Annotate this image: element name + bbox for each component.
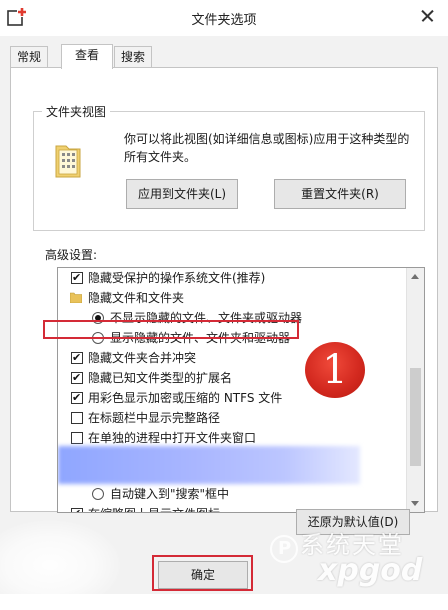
tab-general[interactable]: 常规 xyxy=(10,46,48,68)
folder-views-group: 文件夹视图 你可以将此视图(如详细信息或图标)应用于这种类型的所有文件夹。 应用… xyxy=(33,103,425,231)
checkbox[interactable] xyxy=(71,505,83,512)
close-icon[interactable] xyxy=(412,3,442,29)
ok-button[interactable]: 确定 xyxy=(158,561,248,589)
folder-view-icon xyxy=(55,145,81,178)
scroll-thumb[interactable] xyxy=(410,368,421,466)
checkbox[interactable] xyxy=(71,412,83,424)
folder-icon xyxy=(70,292,82,303)
advanced-settings-label: 高级设置: xyxy=(45,248,98,262)
folder-views-description: 你可以将此视图(如详细信息或图标)应用于这种类型的所有文件夹。 xyxy=(124,132,410,164)
reset-folders-button[interactable]: 重置文件夹(R) xyxy=(274,179,406,209)
title-bar: 文件夹选项 xyxy=(0,0,448,36)
tab-search[interactable]: 搜索 xyxy=(114,46,152,68)
setting-separate-process[interactable]: 在单独的进程中打开文件夹窗口 xyxy=(58,428,406,448)
setting-full-path-title[interactable]: 在标题栏中显示完整路径 xyxy=(58,408,406,428)
scroll-up-icon[interactable] xyxy=(407,268,424,285)
advanced-settings-list[interactable]: 隐藏受保护的操作系统文件(推荐) 隐藏文件和文件夹 不显示隐藏的文件、文件夹或驱… xyxy=(57,267,425,513)
restore-defaults-button[interactable]: 还原为默认值(D) xyxy=(296,509,410,535)
highlight-box-ntfs xyxy=(43,320,299,339)
checkbox[interactable] xyxy=(71,369,83,387)
window-title: 文件夹选项 xyxy=(191,13,257,28)
blurred-rows xyxy=(58,446,360,484)
view-tab-page: 文件夹视图 你可以将此视图(如详细信息或图标)应用于这种类型的所有文件夹。 应用… xyxy=(10,67,438,513)
tab-view[interactable]: 查看 xyxy=(61,44,113,69)
step-number-badge: 1 xyxy=(305,342,365,398)
apply-to-folders-button[interactable]: 应用到文件夹(L) xyxy=(126,179,238,209)
vertical-scrollbar[interactable] xyxy=(406,268,424,512)
checkbox[interactable] xyxy=(71,389,83,407)
radio-button[interactable] xyxy=(92,488,104,500)
setting-hide-protected-os-files[interactable]: 隐藏受保护的操作系统文件(推荐) xyxy=(58,268,406,288)
checkbox[interactable] xyxy=(71,349,83,367)
checkbox[interactable] xyxy=(71,269,83,287)
setting-group-hidden-files: 隐藏文件和文件夹 xyxy=(58,288,406,308)
folder-views-legend: 文件夹视图 xyxy=(42,103,111,120)
setting-auto-type-search[interactable]: 自动键入到"搜索"框中 xyxy=(58,484,406,504)
checkbox[interactable] xyxy=(71,432,83,444)
